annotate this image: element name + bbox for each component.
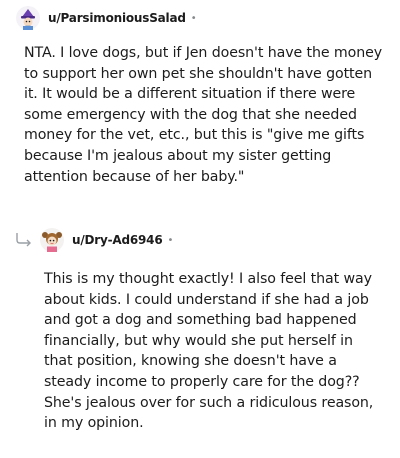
avatar-pigtails-icon[interactable] bbox=[40, 228, 64, 252]
comment-header: u/Dry-Ad6946 • bbox=[14, 227, 394, 253]
username[interactable]: u/Dry-Ad6946 bbox=[72, 233, 163, 247]
username[interactable]: u/ParsimoniousSalad bbox=[48, 11, 186, 25]
comment: u/Dry-Ad6946 • This is my thought exactl… bbox=[14, 227, 394, 434]
meta-separator: • bbox=[190, 12, 197, 24]
comment-body: This is my thought exactly! I also feel … bbox=[44, 271, 374, 432]
avatar-wizard-icon[interactable] bbox=[16, 6, 40, 30]
meta-separator: • bbox=[167, 234, 174, 246]
comment-header: u/ParsimoniousSalad • bbox=[16, 5, 388, 31]
comment: u/ParsimoniousSalad • NTA. I love dogs, … bbox=[16, 5, 388, 187]
reply-arrow-icon bbox=[14, 231, 34, 249]
comment-body: NTA. I love dogs, but if Jen doesn't hav… bbox=[24, 45, 383, 185]
